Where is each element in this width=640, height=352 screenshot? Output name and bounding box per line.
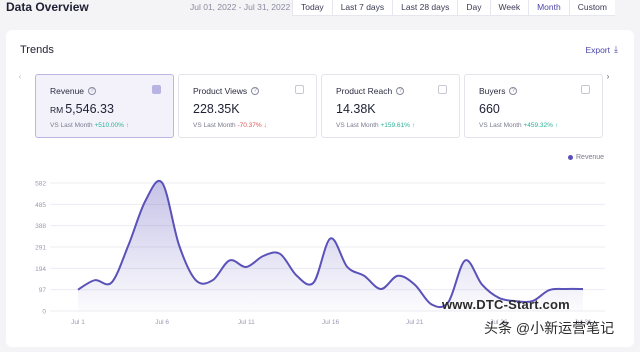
watermark-credit: 头条 @小新运营笔记: [484, 318, 614, 338]
revenue-chart-svg: 0 97 194 291 388 485 582 Jul 1 Jul 6 Jul 11 Jul 16…: [0, 0, 640, 347]
x-tick-label: Jul 11: [238, 319, 255, 326]
x-tick-label: Jul 6: [155, 319, 169, 326]
revenue-area: [78, 181, 583, 311]
y-tick-label: 194: [35, 266, 46, 273]
watermark-url: www.DTC-Start.com: [442, 297, 570, 312]
y-tick-label: 0: [42, 309, 46, 316]
y-tick-label: 291: [35, 245, 46, 252]
x-tick-label: Jul 1: [71, 319, 85, 326]
x-tick-label: Jul 16: [322, 319, 340, 326]
x-tick-label: Jul 21: [406, 319, 424, 326]
y-tick-label: 97: [39, 287, 47, 294]
y-tick-label: 485: [35, 202, 46, 209]
y-tick-label: 582: [35, 181, 46, 188]
y-tick-label: 388: [35, 223, 46, 230]
